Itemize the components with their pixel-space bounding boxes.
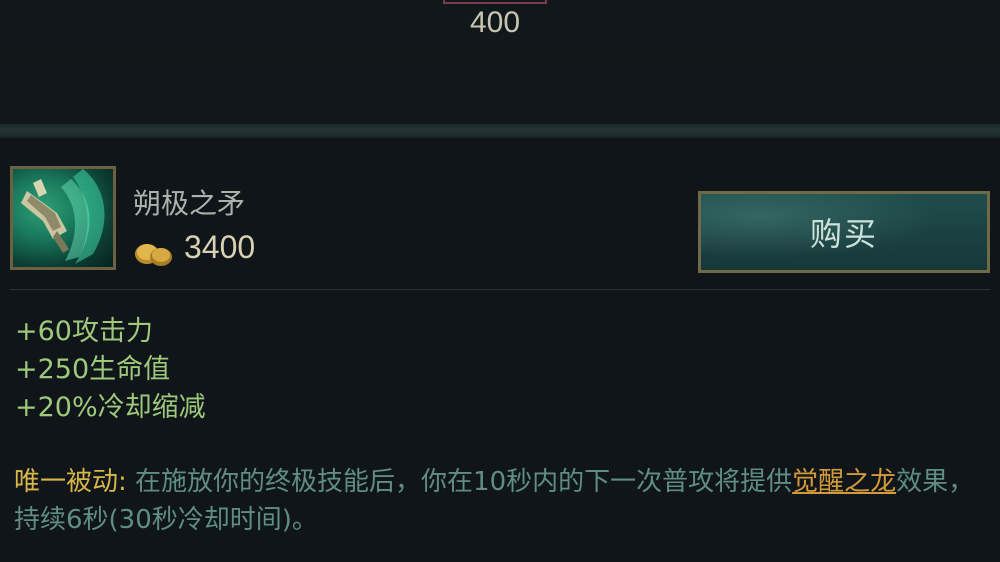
buy-button-label: 购买 — [809, 215, 878, 253]
stat-cooldown-reduction: +20%冷却缩减 — [15, 392, 206, 423]
item-shop-panel: 400 朔极之矛 3400 购买 +60攻击力 +250生命值 +20%冷却缩减 — [0, 0, 1000, 562]
spear-icon — [21, 169, 105, 264]
stat-health: +250生命值 — [15, 354, 171, 385]
unique-passive-description: 唯一被动: 在施放你的终极技能后，你在10秒内的下一次普攻将提供觉醒之龙效果，持… — [14, 463, 984, 539]
stats-divider — [10, 289, 990, 290]
gold-coins-icon — [133, 237, 175, 267]
item-name: 朔极之矛 — [133, 187, 246, 220]
awakened-dragon-link[interactable]: 觉醒之龙 — [792, 467, 896, 497]
item-stats-list: +60攻击力 +250生命值 +20%冷却缩减 — [15, 313, 206, 427]
stat-attack-damage: +60攻击力 — [15, 316, 153, 347]
spear-item-icon[interactable] — [10, 166, 116, 270]
section-divider — [0, 124, 1000, 138]
buy-button[interactable]: 购买 — [698, 191, 990, 273]
recipe-component-frame[interactable] — [443, 0, 547, 4]
item-price: 3400 — [184, 229, 256, 265]
passive-text-before: 在施放你的终极技能后，你在10秒内的下一次普攻将提供 — [135, 467, 793, 497]
recipe-component-cost: 400 — [469, 6, 521, 39]
passive-title: 唯一被动: — [14, 467, 127, 497]
